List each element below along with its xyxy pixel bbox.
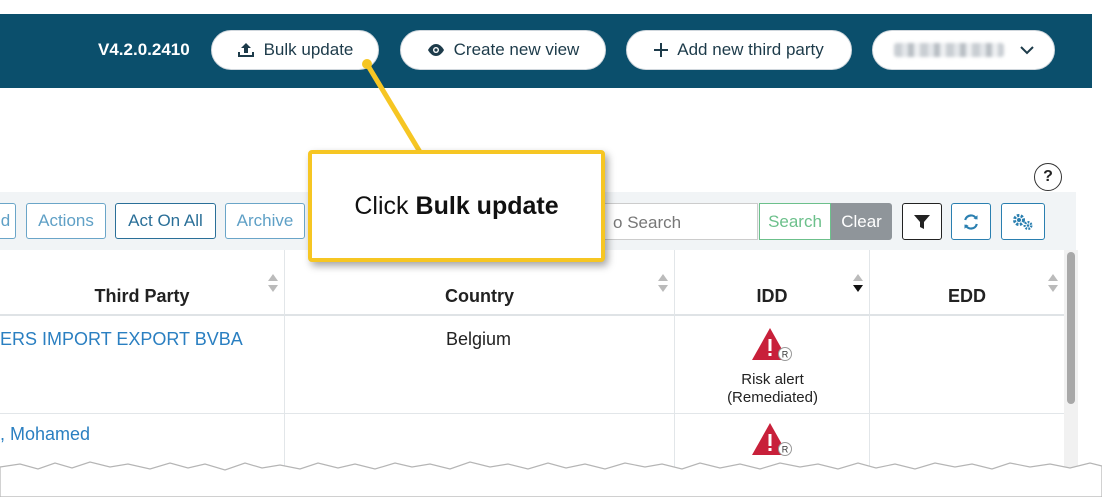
torn-edge-decoration <box>0 461 1102 497</box>
tutorial-callout: Click Bulk update <box>308 150 605 262</box>
